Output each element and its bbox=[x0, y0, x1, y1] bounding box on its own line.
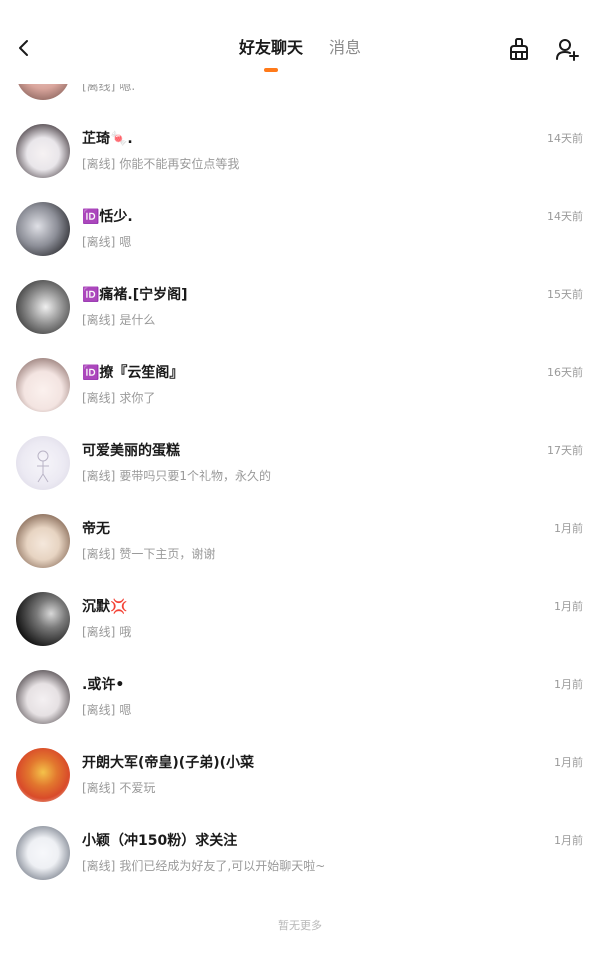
message-preview: [离线] 我们已经成为好友了,可以开始聊天啦~ bbox=[82, 859, 326, 873]
add-user-icon bbox=[556, 39, 579, 61]
avatar bbox=[16, 124, 70, 178]
list-item[interactable]: 🆔痛褚.[宁岁阁] 15天前 [离线] 是什么 bbox=[0, 280, 600, 358]
contact-name: 帝无 bbox=[82, 521, 110, 537]
message-preview: [离线] 嗯 bbox=[82, 703, 132, 717]
timestamp: 1月前 bbox=[554, 678, 583, 691]
contact-name: 沉默💢 bbox=[82, 599, 128, 615]
contact-name: .或许• bbox=[82, 677, 125, 693]
contact-name: 小颖（冲150粉）求关注 bbox=[82, 833, 238, 849]
list-item[interactable]: 🆔恬少. 14天前 [离线] 嗯 bbox=[0, 202, 600, 280]
avatar bbox=[16, 748, 70, 802]
list-item[interactable]: 小颖（冲150粉）求关注 1月前 [离线] 我们已经成为好友了,可以开始聊天啦~ bbox=[0, 826, 600, 904]
list-item[interactable]: 可爱美丽的蛋糕 17天前 [离线] 要带吗只要1个礼物，永久的 bbox=[0, 436, 600, 514]
avatar bbox=[16, 436, 70, 490]
list-item[interactable]: .或许• 1月前 [离线] 嗯 bbox=[0, 670, 600, 748]
tab-friend-chat[interactable]: 好友聊天 bbox=[239, 36, 303, 72]
message-preview: [离线] 不爱玩 bbox=[82, 781, 156, 795]
contact-name: 🆔恬少. bbox=[82, 209, 133, 225]
message-preview: [离线] 嗯 bbox=[82, 235, 132, 249]
timestamp: 14天前 bbox=[547, 132, 583, 145]
message-preview: [离线] 哦 bbox=[82, 625, 132, 639]
top-bar: 好友聊天 消息 bbox=[0, 0, 600, 84]
timestamp: 17天前 bbox=[547, 444, 583, 457]
avatar bbox=[16, 358, 70, 412]
figure-sketch-icon bbox=[37, 450, 49, 483]
avatar bbox=[16, 592, 70, 646]
timestamp: 15天前 bbox=[547, 288, 583, 301]
list-item[interactable]: 开朗大军(帝皇)(子弟)(小菜 1月前 [离线] 不爱玩 bbox=[0, 748, 600, 826]
avatar bbox=[16, 670, 70, 724]
contact-name: 开朗大军(帝皇)(子弟)(小菜 bbox=[82, 755, 254, 771]
active-tab-indicator bbox=[263, 68, 278, 72]
timestamp: 1月前 bbox=[554, 756, 583, 769]
message-preview: [离线] 是什么 bbox=[82, 313, 156, 327]
list-item[interactable]: 帝无 1月前 [离线] 赞一下主页，谢谢 bbox=[0, 514, 600, 592]
no-more-hint: 暂无更多 bbox=[278, 919, 322, 932]
timestamp: 1月前 bbox=[554, 834, 583, 847]
list-item[interactable]: 沉默💢 1月前 [离线] 哦 bbox=[0, 592, 600, 670]
timestamp: 1月前 bbox=[554, 522, 583, 535]
timestamp: 1月前 bbox=[554, 600, 583, 613]
list-item[interactable]: 芷琦🍬. 14天前 [离线] 你能不能再安位点等我 bbox=[0, 124, 600, 202]
add-friend-button[interactable] bbox=[552, 34, 582, 64]
message-preview: [离线] 要带吗只要1个礼物，永久的 bbox=[82, 469, 272, 483]
tab-messages[interactable]: 消息 bbox=[329, 36, 361, 60]
message-preview: [离线] 求你了 bbox=[82, 391, 156, 405]
avatar bbox=[16, 280, 70, 334]
avatar bbox=[16, 826, 70, 880]
contact-name: 可爱美丽的蛋糕 bbox=[82, 443, 180, 459]
broom-icon bbox=[510, 38, 528, 60]
avatar bbox=[16, 202, 70, 256]
message-preview: [离线] 赞一下主页，谢谢 bbox=[82, 547, 216, 561]
message-preview: [离线] 你能不能再安位点等我 bbox=[82, 157, 240, 171]
avatar bbox=[16, 514, 70, 568]
timestamp: 14天前 bbox=[547, 210, 583, 223]
contact-name: 🆔痛褚.[宁岁阁] bbox=[82, 287, 188, 303]
contact-name: 🆔撩『云笙阁』 bbox=[82, 365, 184, 381]
contact-name: 芷琦🍬. bbox=[82, 131, 133, 147]
clear-button[interactable] bbox=[504, 34, 534, 64]
timestamp: 16天前 bbox=[547, 366, 583, 379]
list-item[interactable]: 🆔撩『云笙阁』 16天前 [离线] 求你了 bbox=[0, 358, 600, 436]
